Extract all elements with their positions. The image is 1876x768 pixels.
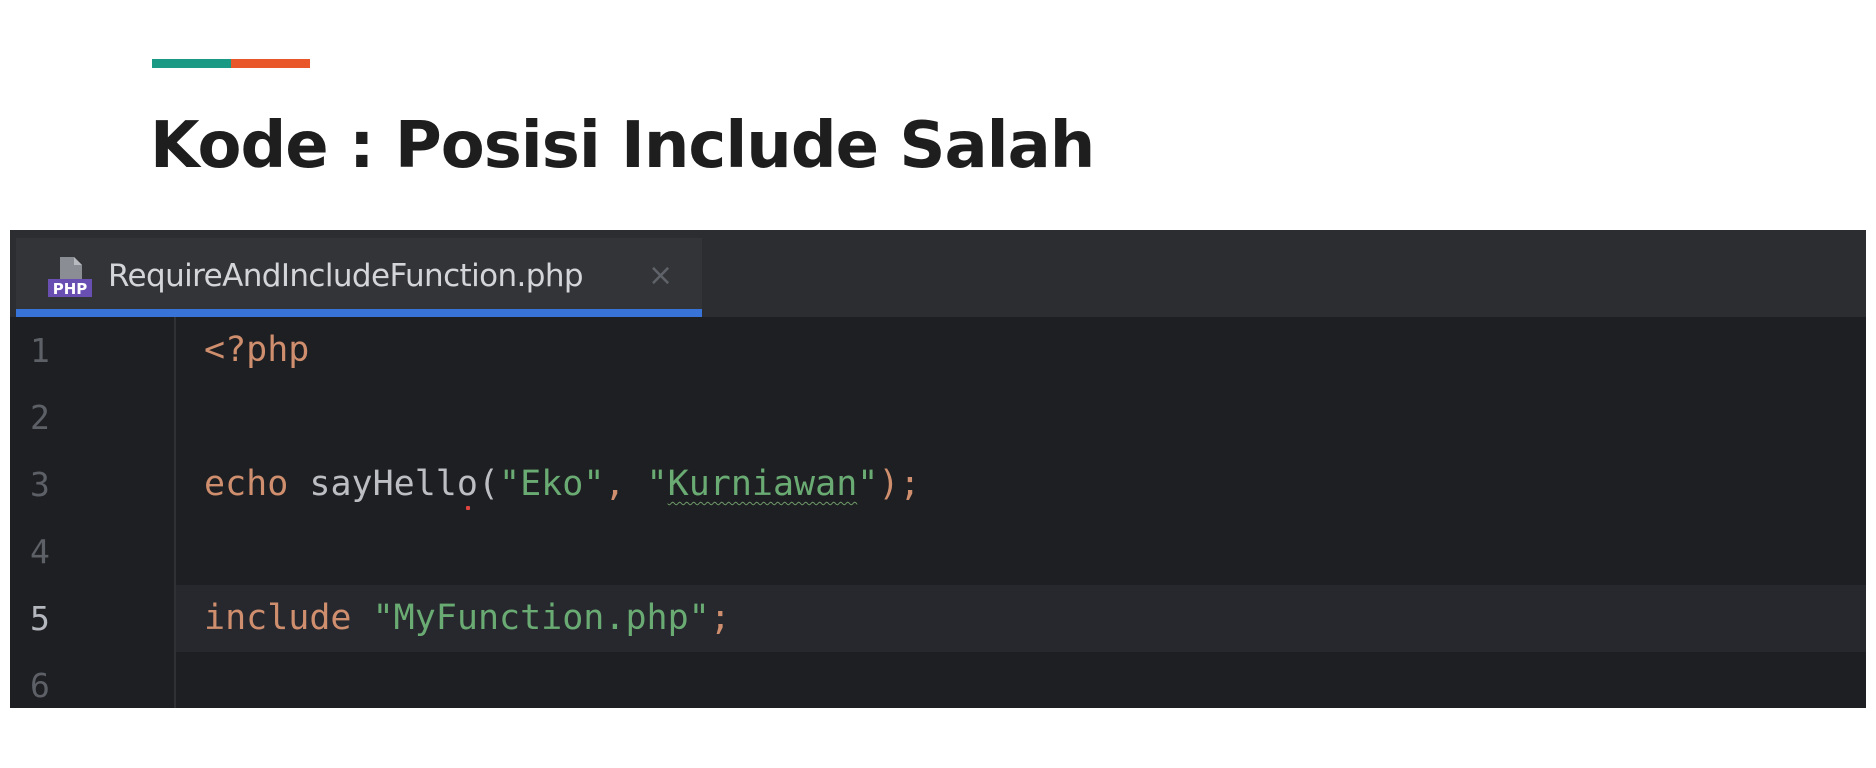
editor-tab-bar: PHP RequireAndIncludeFunction.php × — [10, 230, 1866, 317]
code-token: include — [204, 598, 352, 638]
close-icon[interactable]: × — [648, 258, 673, 294]
error-marker — [466, 506, 470, 510]
line-number-current: 5 — [30, 599, 50, 638]
line-number-gutter: 1 2 3 4 5 6 — [10, 317, 176, 708]
line-number: 2 — [30, 398, 50, 437]
code-editor: PHP RequireAndIncludeFunction.php × 1 2 … — [10, 230, 1866, 708]
code-line-text: <?php — [204, 317, 309, 384]
code-token: ( — [477, 464, 500, 504]
code-line-text: echo sayHello("Eko", "Kurniawan"); — [204, 451, 921, 518]
gutter-row: 3 — [10, 451, 174, 518]
code-line-1[interactable]: <?php — [176, 317, 1866, 384]
slide-title: Kode : Posisi Include Salah — [150, 109, 1095, 183]
code-text-area[interactable]: <?php echo sayHello("Eko", "Kurniawan");… — [176, 317, 1866, 708]
php-file-icon: PHP — [46, 255, 92, 299]
gutter-row: 5 — [10, 585, 174, 652]
accent-segment-orange — [231, 59, 310, 68]
code-token: " — [646, 464, 668, 504]
code-token: , — [604, 464, 647, 504]
gutter-row: 6 — [10, 652, 174, 708]
tab-requireandincludefunction[interactable]: PHP RequireAndIncludeFunction.php × — [16, 238, 702, 317]
slide: Kode : Posisi Include Salah PHP RequireA… — [0, 0, 1876, 768]
line-number: 3 — [30, 465, 50, 504]
code-line-3[interactable]: echo sayHello("Eko", "Kurniawan"); — [176, 451, 1866, 518]
code-line-2[interactable] — [176, 384, 1866, 451]
line-number: 1 — [30, 331, 50, 370]
code-token: Kurniawan — [667, 464, 858, 504]
code-line-text: include "MyFunction.php"; — [204, 585, 731, 652]
code-token: ; — [709, 598, 731, 638]
gutter-row: 1 — [10, 317, 174, 384]
gutter-row: 4 — [10, 518, 174, 585]
code-token: "Eko" — [499, 464, 605, 504]
gutter-row: 2 — [10, 384, 174, 451]
code-token: sayHello — [309, 464, 478, 504]
code-token: " — [857, 464, 879, 504]
code-token: ); — [878, 464, 921, 504]
code-line-5[interactable]: include "MyFunction.php"; — [176, 585, 1866, 652]
line-number: 6 — [30, 666, 50, 705]
accent-segment-green — [152, 59, 231, 68]
tab-filename: RequireAndIncludeFunction.php — [108, 258, 584, 294]
line-number: 4 — [30, 532, 50, 571]
code-token: <?php — [204, 330, 310, 370]
code-token: echo — [204, 464, 289, 504]
code-token: "MyFunction.php" — [372, 598, 710, 638]
code-line-4[interactable] — [176, 518, 1866, 585]
php-icon-label: PHP — [53, 280, 88, 298]
code-line-6[interactable] — [176, 652, 1866, 708]
title-accent-bar — [152, 59, 310, 68]
